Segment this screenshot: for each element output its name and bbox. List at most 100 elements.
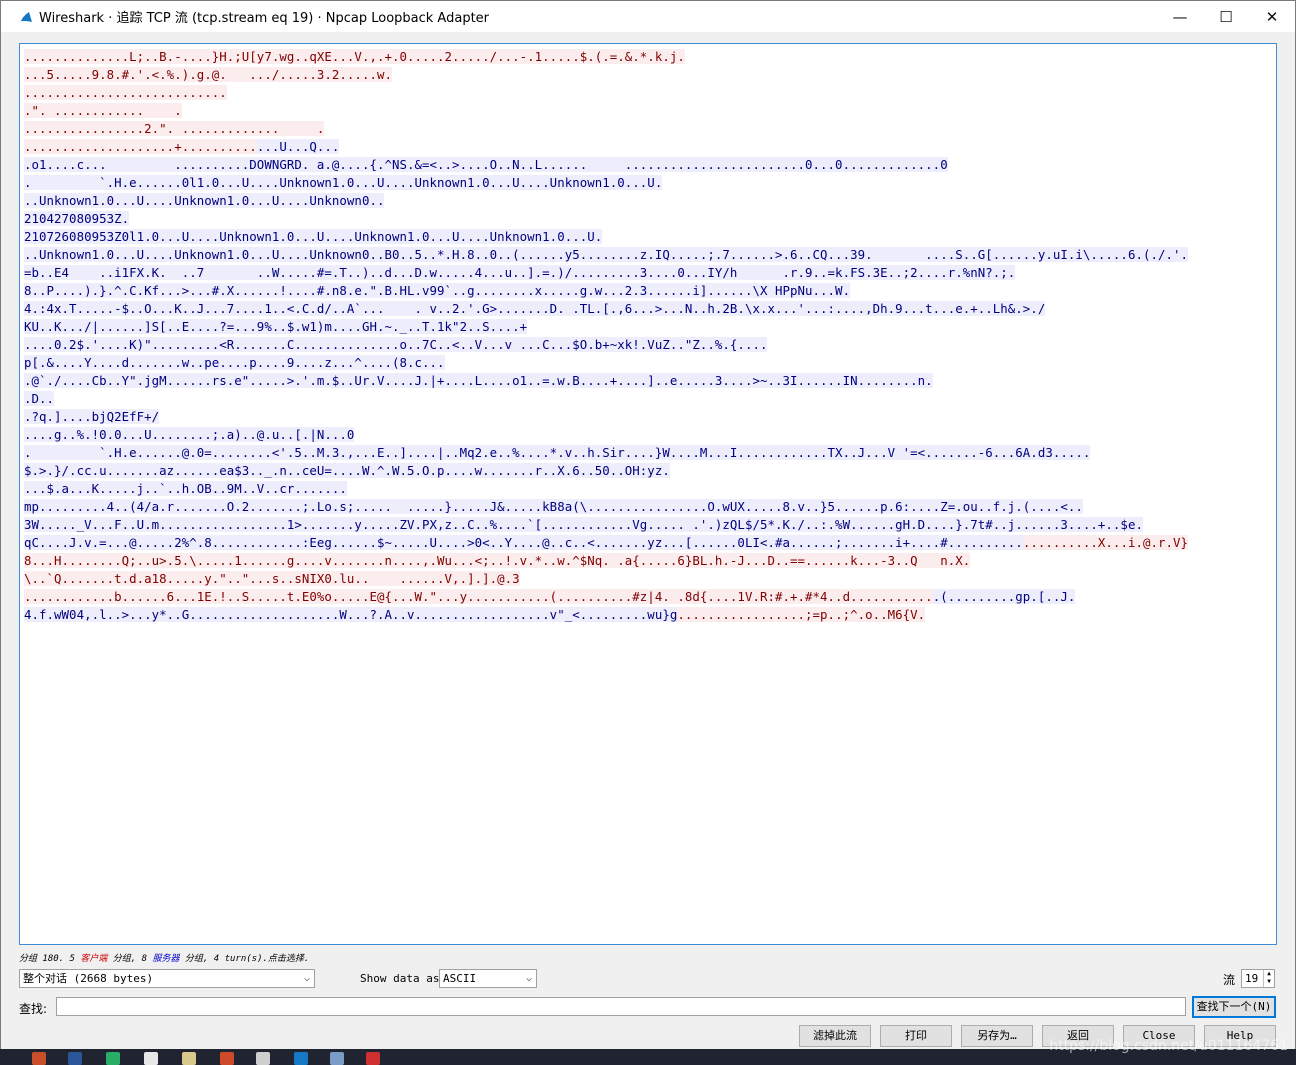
stream-line[interactable]: ..Unknown1.0...U....Unknown1.0...U....Un… [24, 246, 1189, 264]
taskbar-photos-icon[interactable] [144, 1052, 158, 1065]
stream-line[interactable]: 4.:4x.T.....-$..O...K..J...7....1..<.C.d… [24, 300, 1188, 318]
filter-out-stream-button[interactable]: 滤掉此流 [799, 1025, 871, 1047]
stream-line[interactable]: $.>.}/.cc.u.......az......ea$3.._.n..ceU… [24, 462, 1188, 480]
stream-line[interactable]: mp.........4..(4/a.r.......O.2.......;.L… [24, 498, 1188, 516]
client-data-segment[interactable]: ........................... [24, 85, 227, 100]
stream-number-label: 流 [1223, 973, 1236, 987]
stream-line[interactable]: 210726080953Z0l1.0...U....Unknown1.0...U… [24, 228, 1188, 246]
taskbar-file-icon[interactable] [256, 1052, 270, 1065]
client-data-segment[interactable]: ..........X...i.@.r.V} [1022, 535, 1189, 550]
taskbar-word-icon[interactable] [68, 1052, 82, 1065]
stream-number-spinbox[interactable]: 19 ▲ ▼ [1241, 969, 1275, 988]
find-next-button[interactable]: 查找下一个(N) [1192, 996, 1276, 1018]
stream-line[interactable]: .D.. [24, 390, 1188, 408]
server-data-segment[interactable]: 4.f.wW04,.l..>...y*..G..................… [24, 607, 678, 622]
title-bar[interactable]: Wireshark · 追踪 TCP 流 (tcp.stream eq 19) … [1, 1, 1295, 32]
follow-tcp-stream-window: Wireshark · 追踪 TCP 流 (tcp.stream eq 19) … [0, 0, 1296, 1050]
server-data-segment[interactable]: 210427080953Z. [24, 211, 130, 226]
spin-arrows-icon[interactable]: ▲ ▼ [1263, 970, 1274, 987]
server-data-segment[interactable]: ....g..%.!0.0...U........;.a)..@.u..[.|N… [24, 427, 355, 442]
stream-text[interactable]: ..............L;..B.-....}H.;U[y7.wg..qX… [24, 48, 1189, 624]
stream-line[interactable]: 3W....._V...F..U.m.................1>...… [24, 516, 1188, 534]
server-data-segment[interactable]: KU..K.../|......]S[..E....?=...9%..$.w1)… [24, 319, 528, 334]
client-data-segment[interactable]: \..`Q.......t.d.a18.....y.".."...s..sNIX… [24, 571, 520, 586]
taskbar-wireshark-icon[interactable] [294, 1052, 308, 1065]
server-data-segment[interactable]: $.>.}/.cc.u.......az......ea$3.._.n..ceU… [24, 463, 670, 478]
close-window-button[interactable]: ✕ [1249, 1, 1295, 32]
maximize-button[interactable]: ☐ [1203, 1, 1249, 32]
server-data-segment[interactable]: p[.&....Y....d.......w..pe....p....9....… [24, 355, 445, 370]
taskbar-stop-icon[interactable] [366, 1052, 380, 1065]
taskbar-powerpoint-icon[interactable] [220, 1052, 234, 1065]
stream-line[interactable]: ...$.a...K.....j..`..h.OB..9M..V..cr....… [24, 480, 1188, 498]
server-data-segment[interactable]: qC....J.v.=...@.....2%^.8............:Ee… [24, 535, 1023, 550]
taskbar-wechat-icon[interactable] [106, 1052, 120, 1065]
save-as-button[interactable]: 另存为… [961, 1025, 1033, 1047]
client-data-segment[interactable]: ............b......6...1E.!..S.....t.E0%… [24, 589, 933, 604]
client-data-segment[interactable]: ..............L;..B.-....}H.;U[y7.wg..qX… [24, 49, 685, 64]
show-data-as-select[interactable]: ASCII ⌵ [439, 969, 537, 988]
stream-line[interactable]: ..............L;..B.-....}H.;U[y7.wg..qX… [24, 48, 1188, 66]
server-data-segment[interactable]: .(.........gp.[..J. [932, 589, 1076, 604]
server-data-segment[interactable]: .@`./....Cb..Y".jgM......rs.e".....>.'.m… [24, 373, 933, 388]
server-data-segment[interactable]: .o1....c... ..........DOWNGRD. a.@....{.… [24, 157, 948, 172]
stream-line[interactable]: ................2.". ............. . [24, 120, 1188, 138]
client-data-segment[interactable]: .................;=p..;^.o..M6{V. [677, 607, 926, 622]
server-data-segment[interactable]: =b..E4 ..i1FX.K. ..7 ..W.....#=.T..)..d.… [24, 265, 1016, 280]
stream-line[interactable]: qC....J.v.=...@.....2%^.8............:Ee… [24, 534, 1189, 552]
window-title: Wireshark · 追踪 TCP 流 (tcp.stream eq 19) … [39, 11, 490, 26]
stream-line[interactable]: .". ............ . [24, 102, 1188, 120]
server-data-segment[interactable]: .D.. [24, 391, 55, 406]
print-button[interactable]: 打印 [880, 1025, 952, 1047]
server-data-segment[interactable]: 8..P....).}.^.C.Kf...>...#.X......!....#… [24, 283, 851, 298]
minimize-button[interactable]: — [1157, 1, 1203, 32]
server-data-segment[interactable]: 4.:4x.T.....-$..O...K..J...7....1..<.C.d… [24, 301, 1046, 316]
find-input[interactable] [56, 997, 1186, 1016]
client-data-segment[interactable]: ....................+.......... [24, 139, 257, 154]
stream-line[interactable]: =b..E4 ..i1FX.K. ..7 ..W.....#=.T..)..d.… [24, 264, 1188, 282]
server-data-segment[interactable]: mp.........4..(4/a.r.......O.2.......;.L… [24, 499, 1083, 514]
server-data-segment[interactable]: ....0.2$.'....K)".........<R.......C....… [24, 337, 768, 352]
server-data-segment[interactable]: ..Unknown1.0...U....Unknown1.0...U....Un… [24, 193, 385, 208]
show-data-as-label: Show data as [360, 972, 440, 985]
server-data-segment[interactable]: ..Unknown1.0...U....Unknown1.0...U....Un… [24, 247, 1189, 262]
client-data-segment[interactable]: ...5.....9.8.#.'.<.%.).g.@. .../.....3.2… [24, 67, 392, 82]
stream-line[interactable]: . `.H.e......0l1.0...U....Unknown1.0...U… [24, 174, 1188, 192]
taskbar-network-icon[interactable] [330, 1052, 344, 1065]
stream-line[interactable]: ....0.2$.'....K)".........<R.......C....… [24, 336, 1188, 354]
stream-line[interactable]: KU..K.../|......]S[..E....?=...9%..$.w1)… [24, 318, 1188, 336]
server-data-segment[interactable]: ...$.a...K.....j..`..h.OB..9M..V..cr....… [24, 481, 347, 496]
client-data-segment[interactable]: .". ............ . [24, 103, 182, 118]
taskbar-notepad-icon[interactable] [182, 1052, 196, 1065]
stream-line[interactable]: ........................... [24, 84, 1188, 102]
chevron-down-icon: ⌵ [525, 973, 532, 984]
server-data-segment[interactable]: 210726080953Z0l1.0...U....Unknown1.0...U… [24, 229, 603, 244]
stream-line[interactable]: .@`./....Cb..Y".jgM......rs.e".....>.'.m… [24, 372, 1188, 390]
stream-line[interactable]: ..Unknown1.0...U....Unknown1.0...U....Un… [24, 192, 1188, 210]
stream-line[interactable]: .o1....c... ..........DOWNGRD. a.@....{.… [24, 156, 1188, 174]
server-data-segment[interactable]: . `.H.e......0l1.0...U....Unknown1.0...U… [24, 175, 663, 190]
conversation-select[interactable]: 整个对话 (2668 bytes) ⌵ [19, 969, 315, 988]
stream-line[interactable]: ...5.....9.8.#.'.<.%.).g.@. .../.....3.2… [24, 66, 1188, 84]
stream-content-pane[interactable]: ..............L;..B.-....}H.;U[y7.wg..qX… [19, 43, 1277, 945]
stream-line[interactable]: \..`Q.......t.d.a18.....y.".."...s..sNIX… [24, 570, 1188, 588]
server-data-segment[interactable]: . `.H.e......@.0=........<'.5..M.3.,...E… [24, 445, 1091, 460]
taskbar-app-icon[interactable] [32, 1052, 46, 1065]
stream-line[interactable]: . `.H.e......@.0=........<'.5..M.3.,...E… [24, 444, 1188, 462]
server-data-segment[interactable]: 3W....._V...F..U.m.................1>...… [24, 517, 1143, 532]
conversation-select-value: 整个对话 (2668 bytes) [23, 972, 154, 985]
server-data-segment[interactable]: .?q.]....bjQ2EfF+/ [24, 409, 160, 424]
stream-line[interactable]: 8..P....).}.^.C.Kf...>...#.X......!....#… [24, 282, 1188, 300]
stream-line[interactable]: .?q.]....bjQ2EfF+/ [24, 408, 1188, 426]
client-data-segment[interactable]: 8...H........Q;..u>.5.\.....1......g....… [24, 553, 971, 568]
stream-line[interactable]: p[.&....Y....d.......w..pe....p....9....… [24, 354, 1188, 372]
stream-line[interactable]: ....g..%.!0.0...U........;.a)..@.u..[.|N… [24, 426, 1188, 444]
stream-line[interactable]: 210427080953Z. [24, 210, 1188, 228]
stream-line[interactable]: ............b......6...1E.!..S.....t.E0%… [24, 588, 1188, 606]
server-data-segment[interactable]: ...U...Q... [256, 139, 340, 154]
summary-text-3: 分组, 4 turn(s).点击选择. [179, 954, 310, 964]
stream-line[interactable]: 8...H........Q;..u>.5.\.....1......g....… [24, 552, 1188, 570]
client-data-segment[interactable]: ................2.". ............. . [24, 121, 325, 136]
stream-line[interactable]: ....................+.............U...Q.… [24, 138, 1188, 156]
stream-line[interactable]: 4.f.wW04,.l..>...y*..G..................… [24, 606, 1188, 624]
